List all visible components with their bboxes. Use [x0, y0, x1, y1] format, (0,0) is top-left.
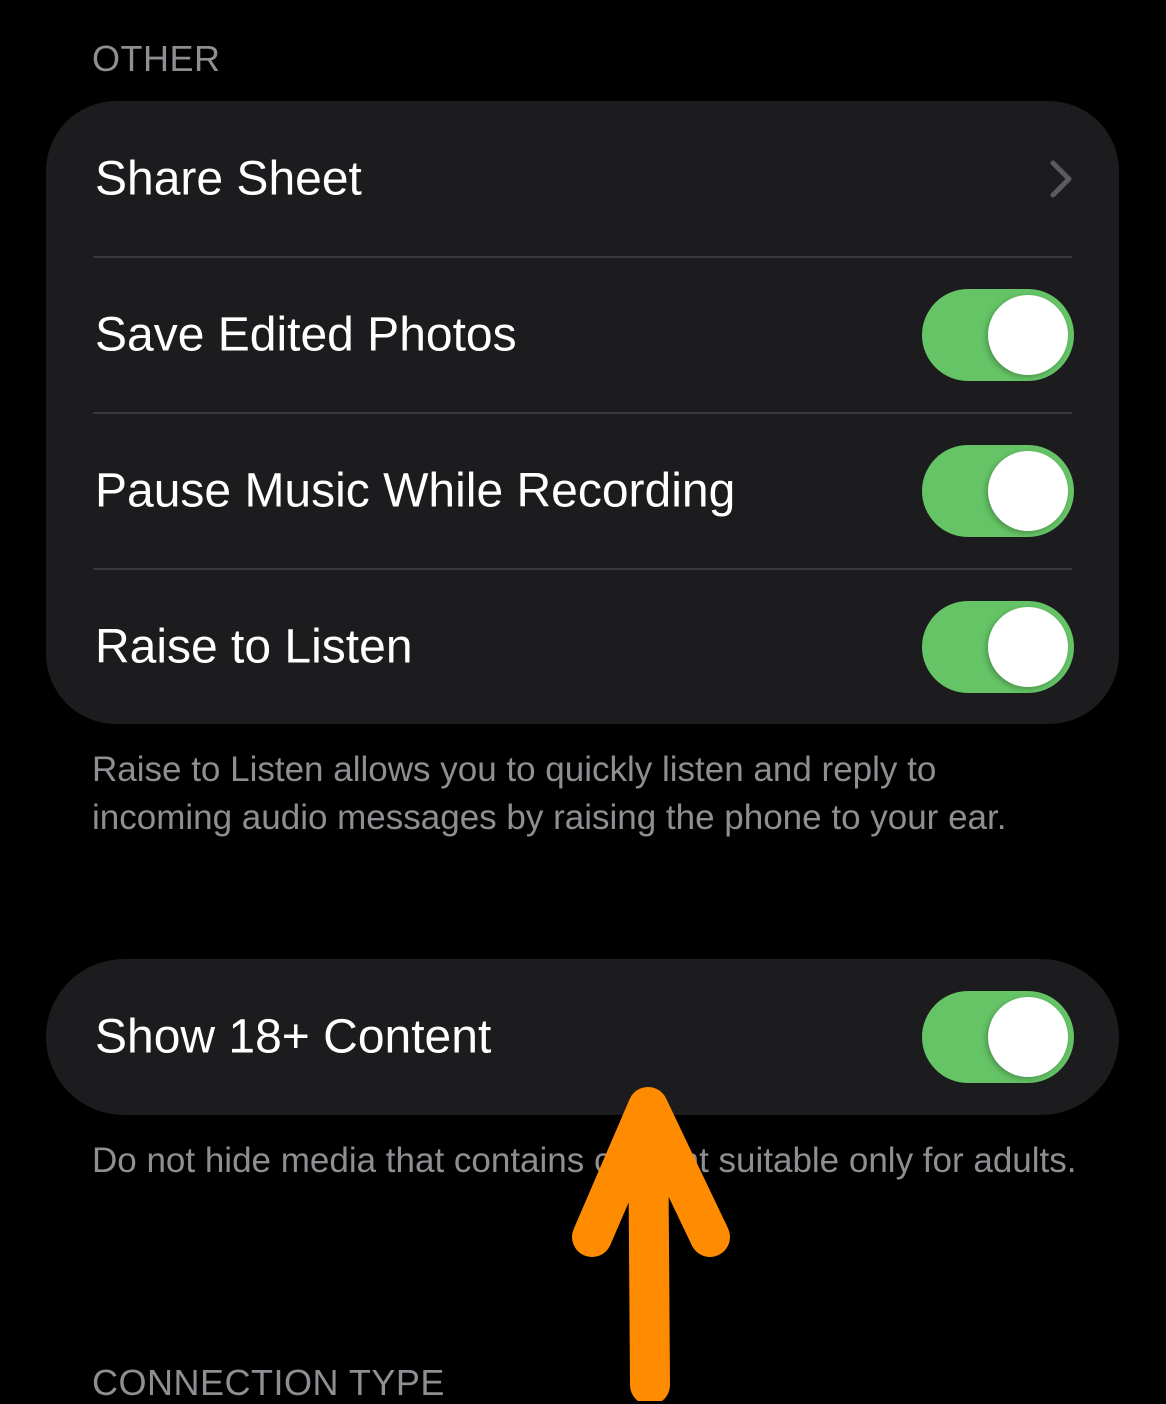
- row-label-raise-to-listen: Raise to Listen: [95, 620, 413, 674]
- row-save-edited-photos: Save Edited Photos: [46, 257, 1119, 413]
- section-header-other: OTHER: [92, 38, 221, 79]
- row-label-share-sheet: Share Sheet: [95, 152, 362, 206]
- chevron-right-icon: [1050, 160, 1072, 198]
- save-edited-photos-toggle[interactable]: [922, 289, 1074, 381]
- row-pause-music: Pause Music While Recording: [46, 413, 1119, 569]
- raise-to-listen-footnote: Raise to Listen allows you to quickly li…: [92, 750, 1007, 837]
- section-header-connection-type: CONNECTION TYPE: [92, 1362, 445, 1403]
- show-adult-content-toggle[interactable]: [922, 991, 1074, 1083]
- row-label-pause-music: Pause Music While Recording: [95, 464, 736, 518]
- row-label-show-adult-content: Show 18+ Content: [95, 1010, 492, 1064]
- arrow-up-icon: [572, 1087, 730, 1401]
- toggle-knob: [988, 295, 1068, 375]
- settings-group-other: Share Sheet Save Edited Photos Pause Mus…: [46, 101, 1119, 724]
- row-raise-to-listen: Raise to Listen: [46, 569, 1119, 724]
- toggle-knob: [988, 997, 1068, 1077]
- pause-music-toggle[interactable]: [922, 445, 1074, 537]
- row-label-save-edited-photos: Save Edited Photos: [95, 308, 517, 362]
- row-share-sheet[interactable]: Share Sheet: [46, 101, 1119, 257]
- toggle-knob: [988, 607, 1068, 687]
- toggle-knob: [988, 451, 1068, 531]
- raise-to-listen-toggle[interactable]: [922, 601, 1074, 693]
